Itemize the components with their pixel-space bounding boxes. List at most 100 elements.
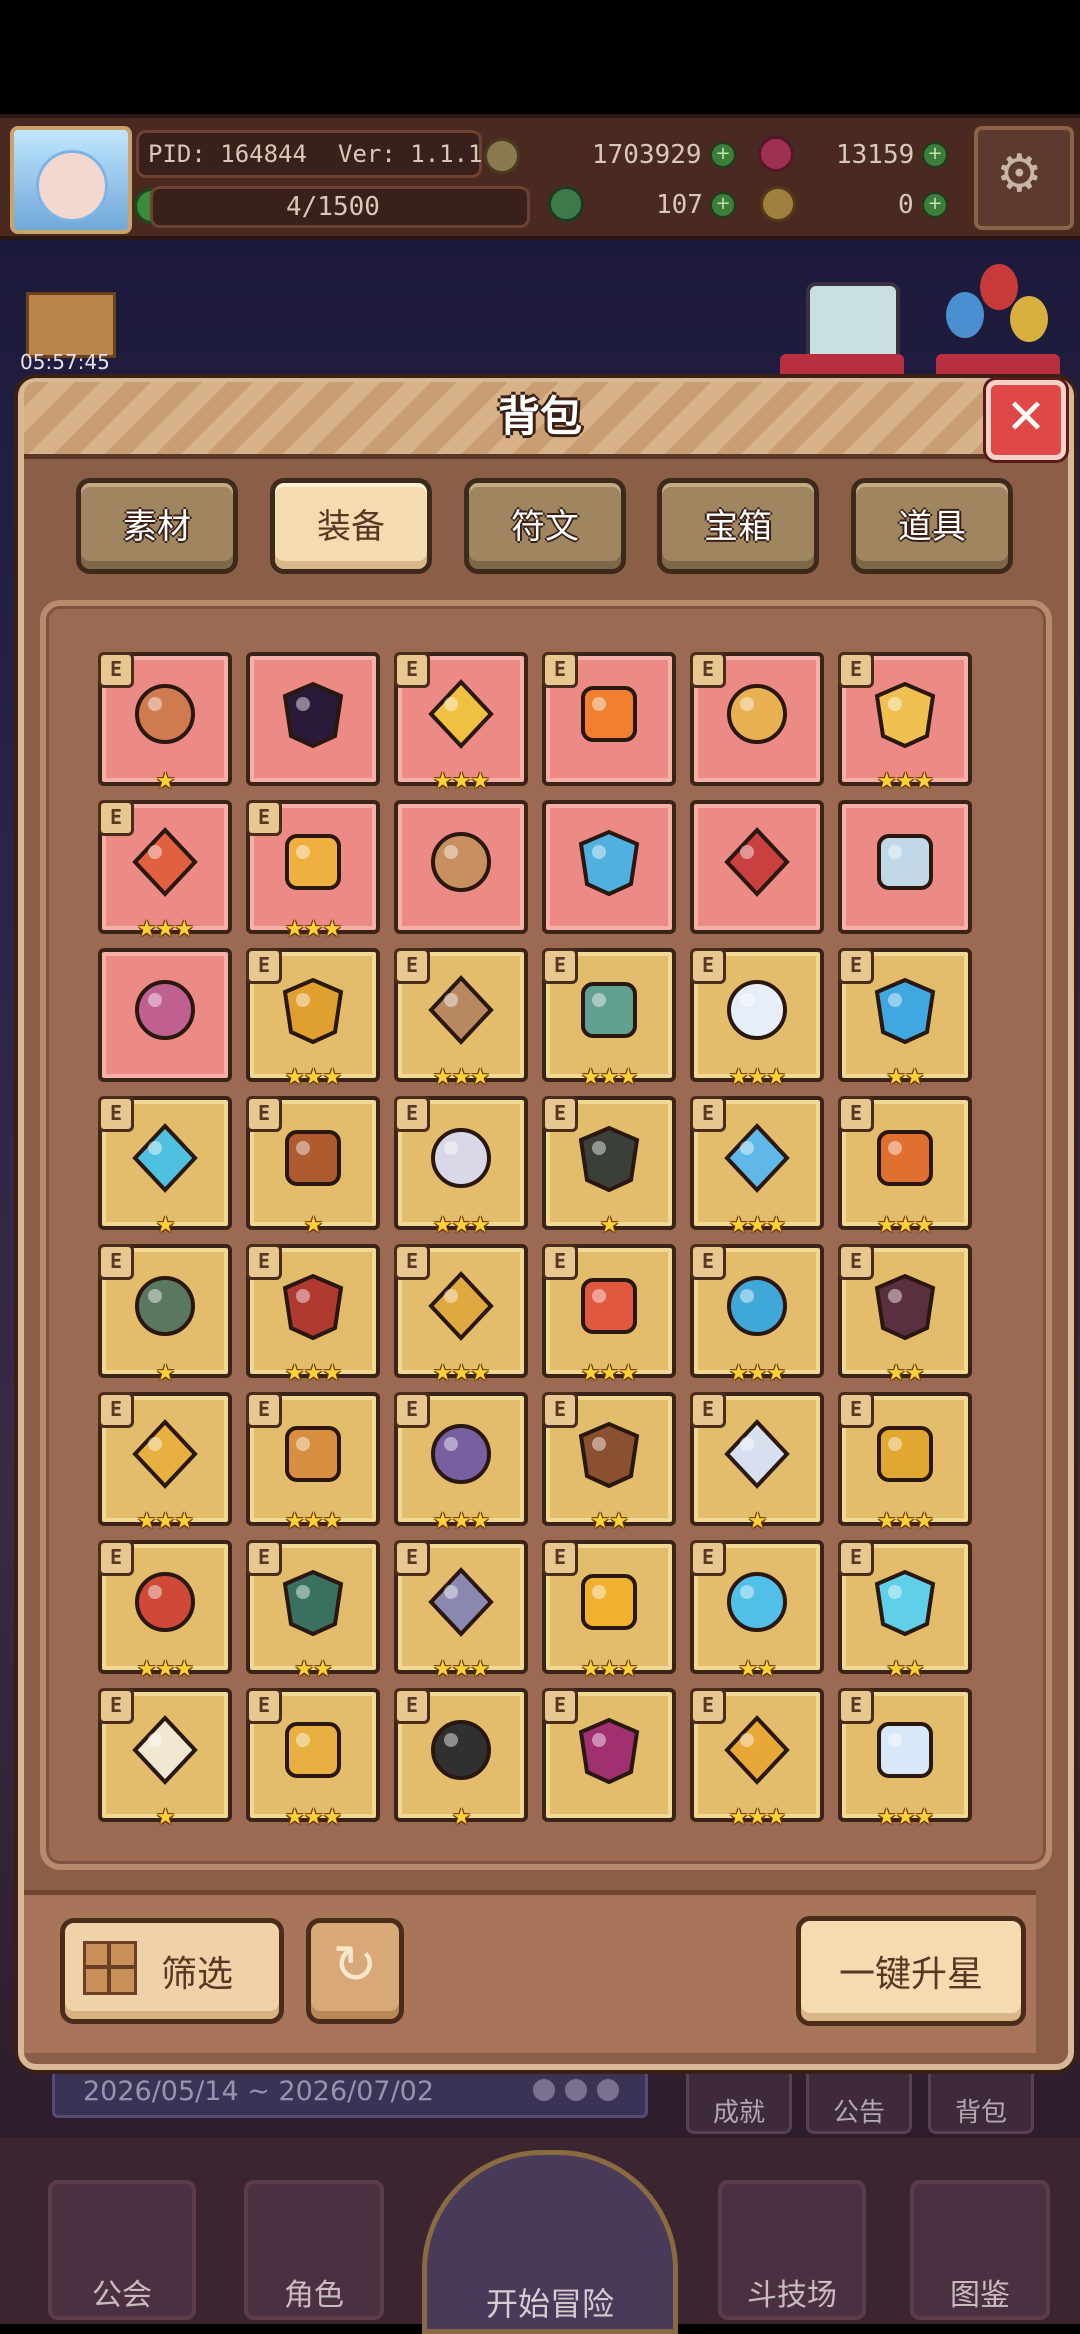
backpack-button[interactable]: 背包 xyxy=(928,2060,1034,2134)
event-ribbon[interactable] xyxy=(936,354,1060,380)
equipment-slot[interactable]: E ★★★ xyxy=(394,1392,528,1534)
ice-flower-icon xyxy=(874,1569,936,1637)
dark-orb-icon xyxy=(282,681,344,749)
achievement-button[interactable]: 成就 xyxy=(686,2060,792,2134)
equipment-slot[interactable]: E ★ xyxy=(98,652,232,794)
star-rating: ★★★ xyxy=(580,1065,638,1090)
equipment-slot[interactable]: E ★★★ xyxy=(394,948,528,1090)
equipment-slot[interactable]: E ★★★ xyxy=(98,800,232,942)
notice-button[interactable]: 公告 xyxy=(806,2060,912,2134)
equipment-slot[interactable]: E ★ xyxy=(98,1096,232,1238)
star-rating: ★ xyxy=(155,1361,176,1386)
equipment-slot[interactable]: E ★★ xyxy=(690,1540,824,1682)
gift-icon[interactable] xyxy=(26,292,116,358)
tab-runes[interactable]: 符文 xyxy=(464,478,626,574)
equipment-slot[interactable]: E ★ xyxy=(98,1688,232,1830)
add-coins-icon[interactable]: + xyxy=(710,142,736,168)
key-count: 0 xyxy=(898,190,914,220)
page-dot xyxy=(565,2079,587,2101)
equipment-slot[interactable]: E ★ xyxy=(542,1096,676,1238)
equipment-slot[interactable]: E ★★★ xyxy=(690,1688,824,1830)
star-rating: ★★★ xyxy=(580,1361,638,1386)
equipment-slot[interactable]: E ★★ xyxy=(838,948,972,1090)
player-avatar[interactable] xyxy=(10,126,132,234)
equipment-slot[interactable]: E xyxy=(542,652,676,786)
equipment-slot[interactable]: E ★★★ xyxy=(542,1244,676,1386)
equipment-slot[interactable]: E xyxy=(690,652,824,786)
equipment-slot[interactable]: E xyxy=(542,1688,676,1822)
nav-guild[interactable]: 公会 xyxy=(48,2180,196,2320)
equipment-slot[interactable] xyxy=(838,800,972,934)
star-rating: ★ xyxy=(303,1213,324,1238)
nav-arena[interactable]: 斗技场 xyxy=(718,2180,866,2320)
equipment-slot[interactable]: E ★★★ xyxy=(394,1096,528,1238)
star-rating: ★★★ xyxy=(284,917,342,942)
add-gems-icon[interactable]: + xyxy=(922,142,948,168)
refresh-icon: ↻ xyxy=(332,1933,378,1996)
equipment-slot[interactable]: E ★ xyxy=(394,1688,528,1830)
equipment-slot[interactable]: E ★ xyxy=(246,1096,380,1238)
tab-equipment[interactable]: 装备 xyxy=(270,478,432,574)
cookie-crown-icon xyxy=(431,832,491,892)
equipment-slot[interactable]: E ★★★ xyxy=(246,800,380,942)
equipment-slot[interactable]: E ★★ xyxy=(246,1540,380,1682)
settings-button[interactable]: ⚙ xyxy=(974,126,1074,230)
equipment-slot[interactable]: E ★★★ xyxy=(690,1096,824,1238)
close-icon: ✕ xyxy=(1005,389,1047,445)
equipment-slot[interactable]: E ★★ xyxy=(838,1244,972,1386)
flame-cape-icon xyxy=(877,1130,933,1186)
winged-helm-icon xyxy=(431,1128,491,1188)
equipment-slot[interactable]: E ★★★ xyxy=(838,1392,972,1534)
star-rating: ★★ xyxy=(590,1509,628,1534)
refresh-button[interactable]: ↻ xyxy=(306,1918,404,2024)
blue-orb-icon xyxy=(874,977,936,1045)
equipment-slot[interactable] xyxy=(690,800,824,934)
tab-chests[interactable]: 宝箱 xyxy=(657,478,819,574)
equipment-slot[interactable] xyxy=(98,948,232,1082)
close-button[interactable]: ✕ xyxy=(986,380,1066,460)
nav-character[interactable]: 角色 xyxy=(244,2180,384,2320)
guide-ribbon[interactable] xyxy=(780,354,904,380)
gold-ring-icon xyxy=(285,834,341,890)
equipment-slot[interactable]: E ★★★ xyxy=(98,1392,232,1534)
equipment-slot[interactable]: E ★★★ xyxy=(246,1392,380,1534)
equipment-slot[interactable]: E ★★★ xyxy=(246,948,380,1090)
equipment-slot[interactable]: E ★★★ xyxy=(690,1244,824,1386)
equipment-slot[interactable]: E ★★★ xyxy=(394,1540,528,1682)
one-key-upgrade-button[interactable]: 一键升星 xyxy=(796,1916,1026,2026)
equipment-slot[interactable]: E ★★★ xyxy=(838,1688,972,1830)
equipment-slot[interactable]: E ★★★ xyxy=(690,948,824,1090)
equipment-slot[interactable]: E ★★★ xyxy=(246,1688,380,1830)
sun-emblem-icon xyxy=(581,1574,637,1630)
equipment-slot[interactable] xyxy=(394,800,528,934)
guide-bubble-icon[interactable] xyxy=(806,282,900,364)
equipment-slot[interactable]: E ★★★ xyxy=(394,1244,528,1386)
red-cloak-icon xyxy=(724,827,790,897)
equipment-slot[interactable]: E ★ xyxy=(690,1392,824,1534)
equipment-slot[interactable] xyxy=(542,800,676,934)
equipment-slot[interactable]: E ★★★ xyxy=(542,948,676,1090)
equipment-slot[interactable]: E ★★★ xyxy=(98,1540,232,1682)
add-clover-icon[interactable]: + xyxy=(710,192,736,218)
tab-materials[interactable]: 素材 xyxy=(76,478,238,574)
balloons-icon[interactable] xyxy=(940,262,1050,352)
filter-button[interactable]: 筛选 xyxy=(60,1918,284,2024)
star-rating: ★★ xyxy=(886,1065,924,1090)
equipment-slot[interactable]: E ★★★ xyxy=(838,652,972,794)
equipment-slot[interactable]: E ★ xyxy=(98,1244,232,1386)
nav-codex[interactable]: 图鉴 xyxy=(910,2180,1050,2320)
equipment-slot[interactable]: E ★★★ xyxy=(394,652,528,794)
jade-staff-icon xyxy=(581,982,637,1038)
tab-items[interactable]: 道具 xyxy=(851,478,1013,574)
silver-belt-icon xyxy=(724,1419,790,1489)
star-rating: ★★★ xyxy=(136,1509,194,1534)
equipment-slot[interactable] xyxy=(246,652,380,786)
equipment-slot[interactable]: E ★★ xyxy=(838,1540,972,1682)
add-keys-icon[interactable]: + xyxy=(922,192,948,218)
equipment-slot[interactable]: E ★★ xyxy=(542,1392,676,1534)
event-date-bar[interactable]: 2026/05/14 ~ 2026/07/02 xyxy=(52,2064,648,2118)
equipment-slot[interactable]: E ★★★ xyxy=(542,1540,676,1682)
star-rating: ★★★ xyxy=(432,1065,490,1090)
equipment-slot[interactable]: E ★★★ xyxy=(246,1244,380,1386)
equipment-slot[interactable]: E ★★★ xyxy=(838,1096,972,1238)
